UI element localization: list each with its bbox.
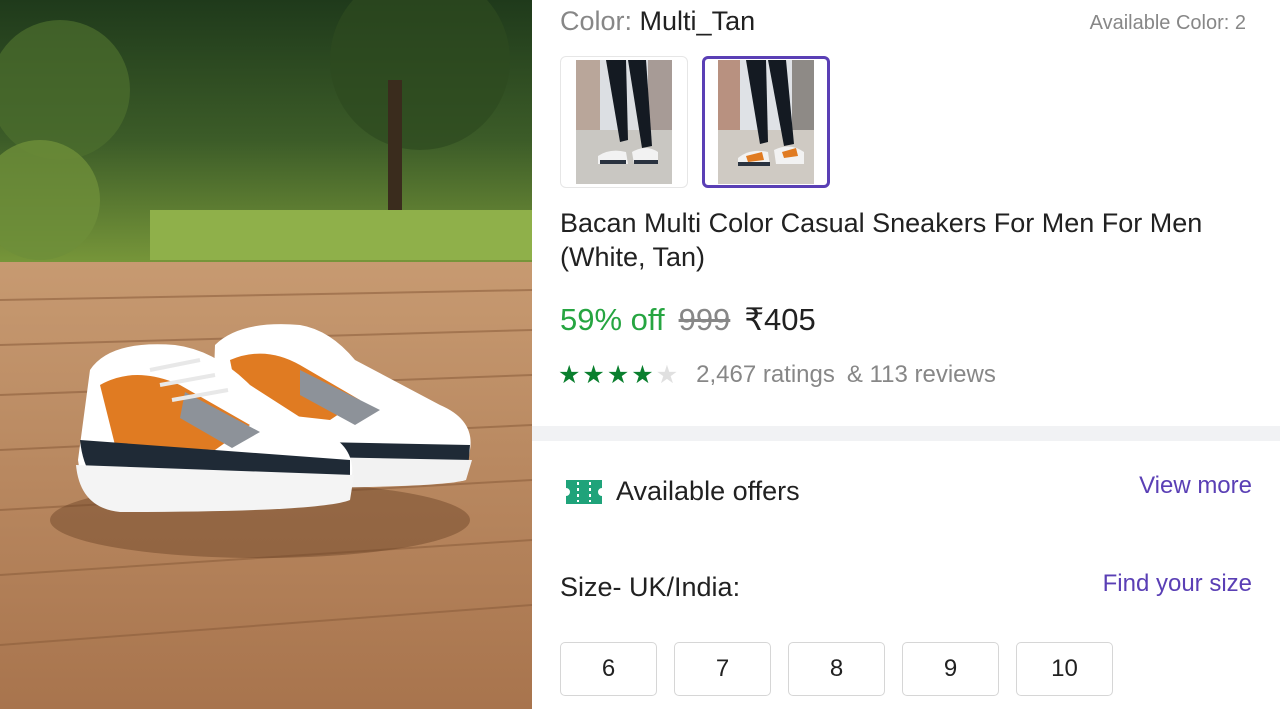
rating-stars: ★ ★ ★ ★ ★ xyxy=(558,362,678,388)
ratings-count: 2,467 ratings xyxy=(696,361,835,388)
discount-label: 59% off xyxy=(560,302,665,337)
available-offers-section[interactable]: Available offers View more xyxy=(560,468,1252,518)
star-filled-icon: ★ xyxy=(582,361,605,389)
find-your-size-link[interactable]: Find your size xyxy=(1103,570,1252,598)
offer-ticket-icon xyxy=(564,476,604,513)
mrp-price: 999 xyxy=(678,302,731,337)
color-label-text: Color: xyxy=(560,6,633,36)
size-option-9[interactable]: 9 xyxy=(902,642,999,696)
star-filled-icon: ★ xyxy=(606,361,630,389)
product-title: Bacan Multi Color Casual Sneakers For Me… xyxy=(560,208,1203,272)
size-options: 6 7 8 9 10 xyxy=(560,642,1113,696)
star-filled-icon: ★ xyxy=(631,361,654,389)
star-empty-icon: ★ xyxy=(655,361,679,389)
size-header: Size- UK/India: Find your size xyxy=(560,566,1252,606)
size-option-8[interactable]: 8 xyxy=(788,642,885,696)
reviews-count: & 113 reviews xyxy=(846,361,996,388)
size-option-10[interactable]: 10 xyxy=(1016,642,1113,696)
section-divider xyxy=(532,426,1280,441)
color-variant-white-grey[interactable] xyxy=(560,56,688,188)
size-option-6[interactable]: 6 xyxy=(560,642,657,696)
product-hero-image xyxy=(0,0,532,709)
product-details-panel: Color: Multi_Tan Available Color: 2 Baca… xyxy=(532,0,1280,709)
star-filled-icon: ★ xyxy=(558,361,581,389)
color-variant-multi-tan[interactable] xyxy=(702,56,830,188)
available-colors: Available Color: 2 xyxy=(1089,12,1246,34)
size-option-7[interactable]: 7 xyxy=(674,642,771,696)
size-label: Size- UK/India: xyxy=(560,572,741,602)
price-row: 59% off 999 ₹405 xyxy=(560,302,816,342)
view-more-link[interactable]: View more xyxy=(1139,472,1252,500)
rating-row[interactable]: ★ ★ ★ ★ ★ 2,467 ratings & 113 reviews xyxy=(558,358,996,392)
color-label: Color: Multi_Tan xyxy=(560,6,755,37)
selling-price: ₹405 xyxy=(744,302,816,337)
offers-title: Available offers xyxy=(616,476,800,506)
color-row: Color: Multi_Tan Available Color: 2 xyxy=(560,6,1250,40)
color-value: Multi_Tan xyxy=(639,6,756,36)
